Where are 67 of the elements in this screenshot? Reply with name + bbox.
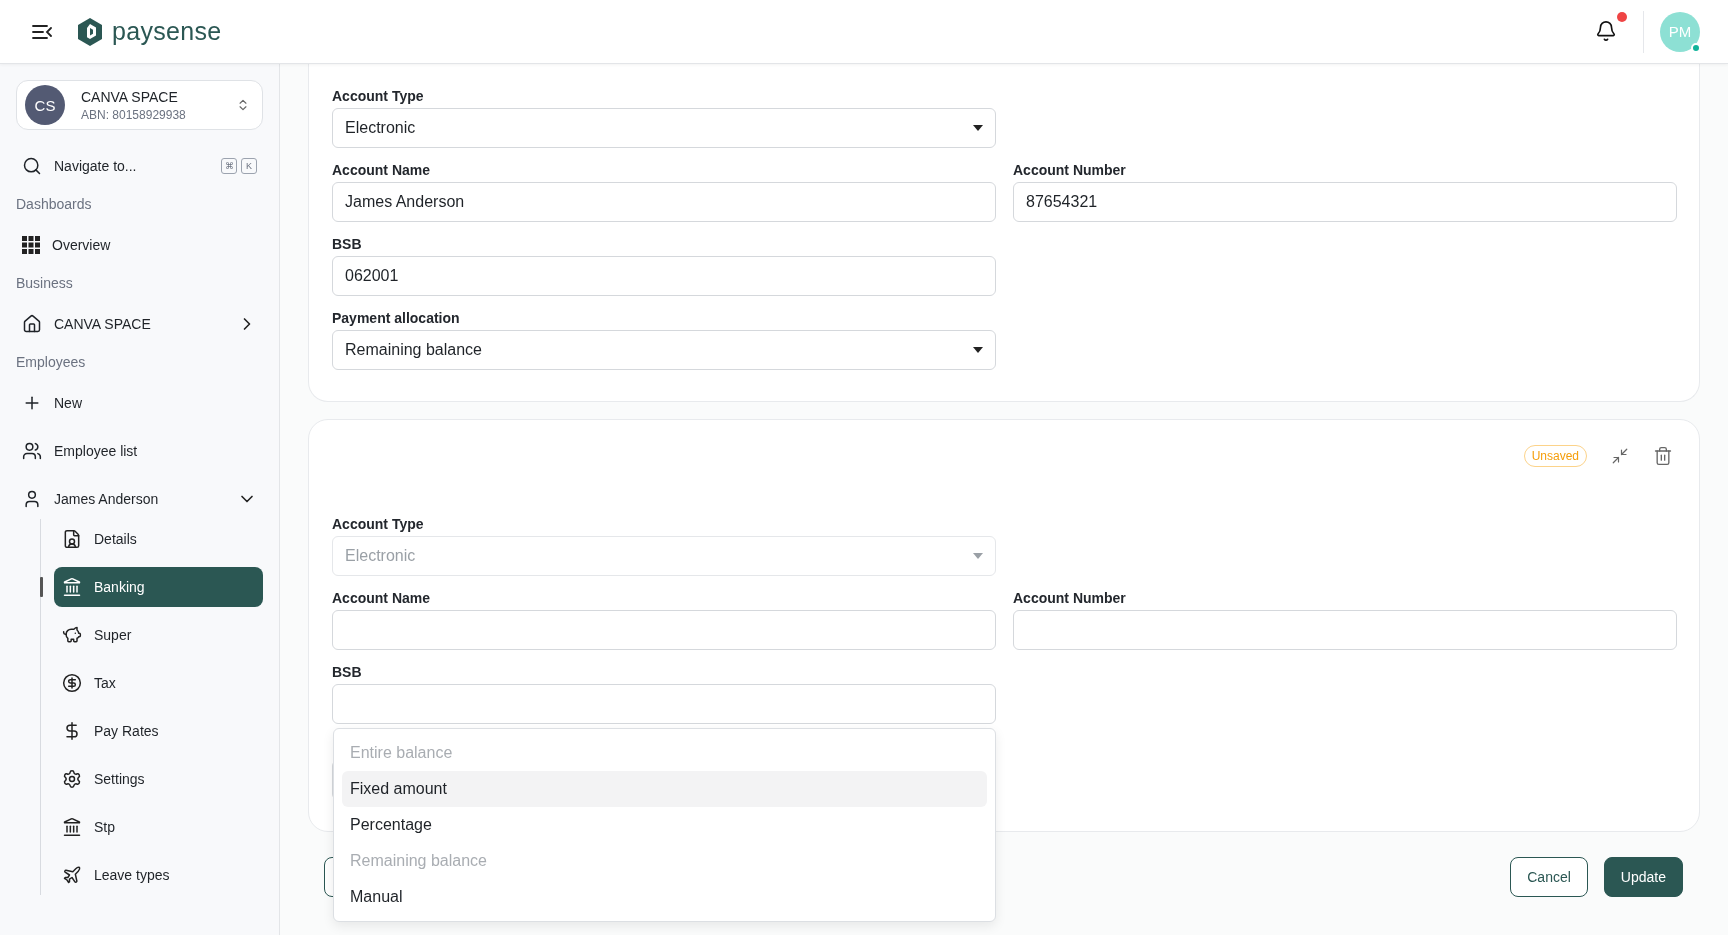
settings-icon: [62, 769, 82, 789]
field-label: Account Type: [332, 88, 425, 104]
dollar-circle-icon: [62, 673, 82, 693]
org-abn: ABN: 80158929938: [81, 107, 187, 122]
text-field[interactable]: 87654321: [1013, 182, 1677, 222]
logo-icon: [78, 17, 102, 46]
collapse-icon[interactable]: [1611, 447, 1629, 465]
field-label: Account Type: [332, 516, 425, 532]
navigate-search[interactable]: Navigate to...: [54, 158, 209, 174]
caret-icon: [973, 347, 983, 353]
menu-option[interactable]: Manual: [342, 879, 987, 915]
organization-switcher[interactable]: CS CANVA SPACE ABN: 80158929938: [16, 80, 263, 130]
field-label: Account Number: [1013, 590, 1127, 606]
caret-icon: [973, 125, 983, 131]
nav-item[interactable]: Pay Rates: [54, 711, 263, 751]
field-label: Account Name: [332, 590, 432, 606]
text-field[interactable]: [332, 610, 996, 650]
piggy-bank-icon: [62, 625, 82, 645]
org-avatar: CS: [25, 85, 65, 125]
action-button[interactable]: Update: [1603, 857, 1683, 897]
section-title: Business: [16, 275, 74, 291]
field-label: Account Number: [1013, 162, 1127, 178]
text-field[interactable]: [332, 684, 996, 724]
text-field[interactable]: James Anderson: [332, 182, 996, 222]
plane-icon: [62, 865, 82, 885]
org-name: CANVA SPACE: [81, 88, 179, 105]
menu-icon[interactable]: [32, 23, 52, 40]
person-icon: [22, 489, 42, 509]
text-field[interactable]: [1013, 610, 1677, 650]
grid-icon: [22, 236, 40, 254]
trash-icon[interactable]: [1653, 446, 1673, 466]
action-button[interactable]: Cancel: [1510, 857, 1588, 897]
nav-item[interactable]: CANVA SPACE: [16, 304, 263, 344]
nav-item[interactable]: Stp: [54, 807, 263, 847]
field-label: BSB: [332, 664, 363, 680]
menu-option[interactable]: Percentage: [342, 807, 987, 843]
nav-item[interactable]: Employee list: [16, 431, 263, 471]
active-indicator: [40, 577, 43, 597]
nav-item[interactable]: Overview: [16, 225, 263, 265]
bell-icon[interactable]: [1595, 19, 1617, 42]
nav-item[interactable]: Details: [54, 519, 263, 559]
bank-icon: [62, 817, 82, 837]
house-icon: [22, 314, 42, 334]
menu-option[interactable]: Fixed amount: [342, 771, 987, 807]
field-label: Account Name: [332, 162, 432, 178]
shortcut-key: ⌘: [221, 158, 237, 174]
nav-item[interactable]: New: [16, 383, 263, 423]
nav-item[interactable]: Settings: [54, 759, 263, 799]
nav-item[interactable]: Tax: [54, 663, 263, 703]
section-title: Employees: [16, 354, 87, 370]
nav-item[interactable]: James Anderson: [16, 479, 263, 519]
logo-text: paysense: [112, 17, 222, 46]
nav-item[interactable]: Super: [54, 615, 263, 655]
nav-item[interactable]: Leave types: [54, 855, 263, 895]
select-field[interactable]: Remaining balance: [332, 330, 996, 370]
field-label: Payment allocation: [332, 310, 461, 326]
users-icon: [22, 441, 42, 461]
caret-icon: [973, 553, 983, 559]
shortcut-key: K: [241, 158, 257, 174]
text-field[interactable]: 062001: [332, 256, 996, 296]
section-title: Dashboards: [16, 196, 93, 212]
select-field[interactable]: Electronic: [332, 108, 996, 148]
bank-icon: [62, 577, 82, 597]
document-icon: [62, 529, 82, 549]
search-icon: [22, 156, 42, 176]
field-label: BSB: [332, 236, 363, 252]
nav-item[interactable]: Banking: [54, 567, 263, 607]
